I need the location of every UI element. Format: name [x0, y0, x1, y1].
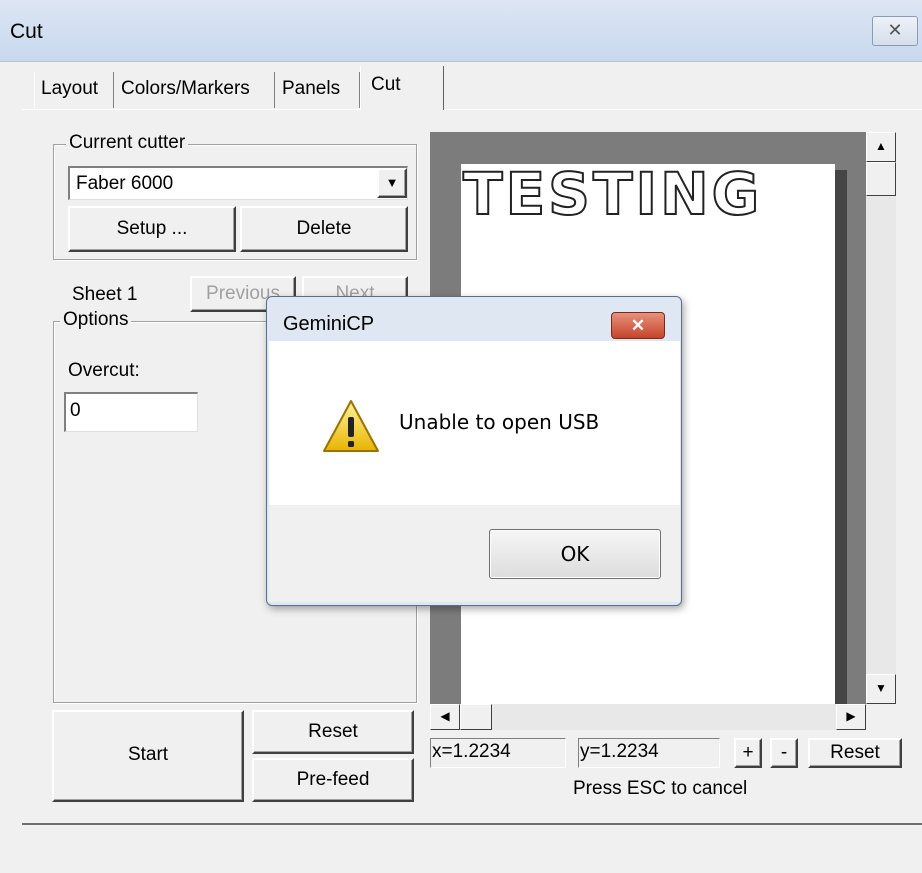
x-coordinate-field: x=1.2234 [430, 738, 566, 768]
options-label: Options [60, 309, 132, 331]
horizontal-scroll-thumb[interactable] [460, 704, 492, 730]
esc-hint: Press ESC to cancel [573, 778, 748, 799]
preview-horizontal-scrollbar[interactable] [430, 704, 866, 730]
close-icon: ✕ [630, 316, 646, 335]
y-coordinate-readout: y=1.2234 [580, 741, 659, 762]
vertical-scroll-thumb[interactable] [866, 162, 896, 196]
tab-panels[interactable]: Panels [276, 72, 360, 108]
cutter-select[interactable]: Faber 6000 ▼ [68, 166, 408, 200]
x-coordinate-readout: x=1.2234 [432, 741, 511, 762]
window-close-button[interactable]: ✕ [872, 16, 918, 46]
dialog-message: Unable to open USB [399, 410, 600, 434]
chevron-down-icon: ▼ [385, 175, 399, 190]
start-button[interactable]: Start [52, 710, 244, 802]
overcut-label: Overcut: [68, 360, 140, 381]
delete-button[interactable]: Delete [240, 206, 408, 252]
warning-icon [323, 400, 379, 452]
arrow-right-icon: ▶ [846, 709, 856, 723]
ok-button[interactable]: OK [489, 529, 661, 579]
cutter-dropdown-button[interactable]: ▼ [377, 168, 407, 198]
close-icon: ✕ [887, 20, 903, 40]
status-bar [0, 827, 922, 873]
arrow-down-icon: ▼ [875, 681, 887, 695]
preview-sheet-shadow [835, 170, 847, 704]
sheet-label: Sheet 1 [72, 284, 138, 305]
tab-colors-markers[interactable]: Colors/Markers [115, 72, 275, 108]
preview-vertical-scrollbar[interactable] [866, 132, 896, 704]
scroll-down-button[interactable]: ▼ [866, 674, 896, 704]
current-cutter-label: Current cutter [66, 132, 189, 154]
reset-cut-button[interactable]: Reset [252, 710, 414, 754]
title-bar: Cut ✕ [0, 0, 922, 62]
scroll-right-button[interactable]: ▶ [836, 704, 866, 730]
zoom-in-button[interactable]: + [734, 738, 762, 768]
scroll-up-button[interactable]: ▲ [866, 132, 896, 162]
tab-cut[interactable]: Cut [360, 66, 444, 110]
arrow-left-icon: ◀ [440, 709, 450, 723]
cutter-select-value: Faber 6000 [76, 173, 174, 194]
scroll-left-button[interactable]: ◀ [430, 704, 460, 730]
dialog-title: GeminiCP [283, 313, 375, 335]
reset-view-button[interactable]: Reset [808, 738, 902, 768]
window-title: Cut [10, 20, 43, 43]
overcut-value: 0 [70, 400, 81, 421]
error-dialog: GeminiCP ✕ Unable to open USB OK [266, 296, 682, 606]
zoom-out-button[interactable]: - [770, 738, 798, 768]
pre-feed-button[interactable]: Pre-feed [252, 758, 414, 802]
arrow-up-icon: ▲ [875, 139, 887, 153]
dialog-close-button[interactable]: ✕ [611, 312, 665, 339]
preview-outline-text: TESTING [462, 159, 763, 229]
setup-button[interactable]: Setup ... [68, 206, 236, 252]
tab-layout[interactable]: Layout [34, 72, 114, 108]
overcut-input[interactable]: 0 [64, 392, 198, 432]
y-coordinate-field: y=1.2234 [578, 738, 720, 768]
